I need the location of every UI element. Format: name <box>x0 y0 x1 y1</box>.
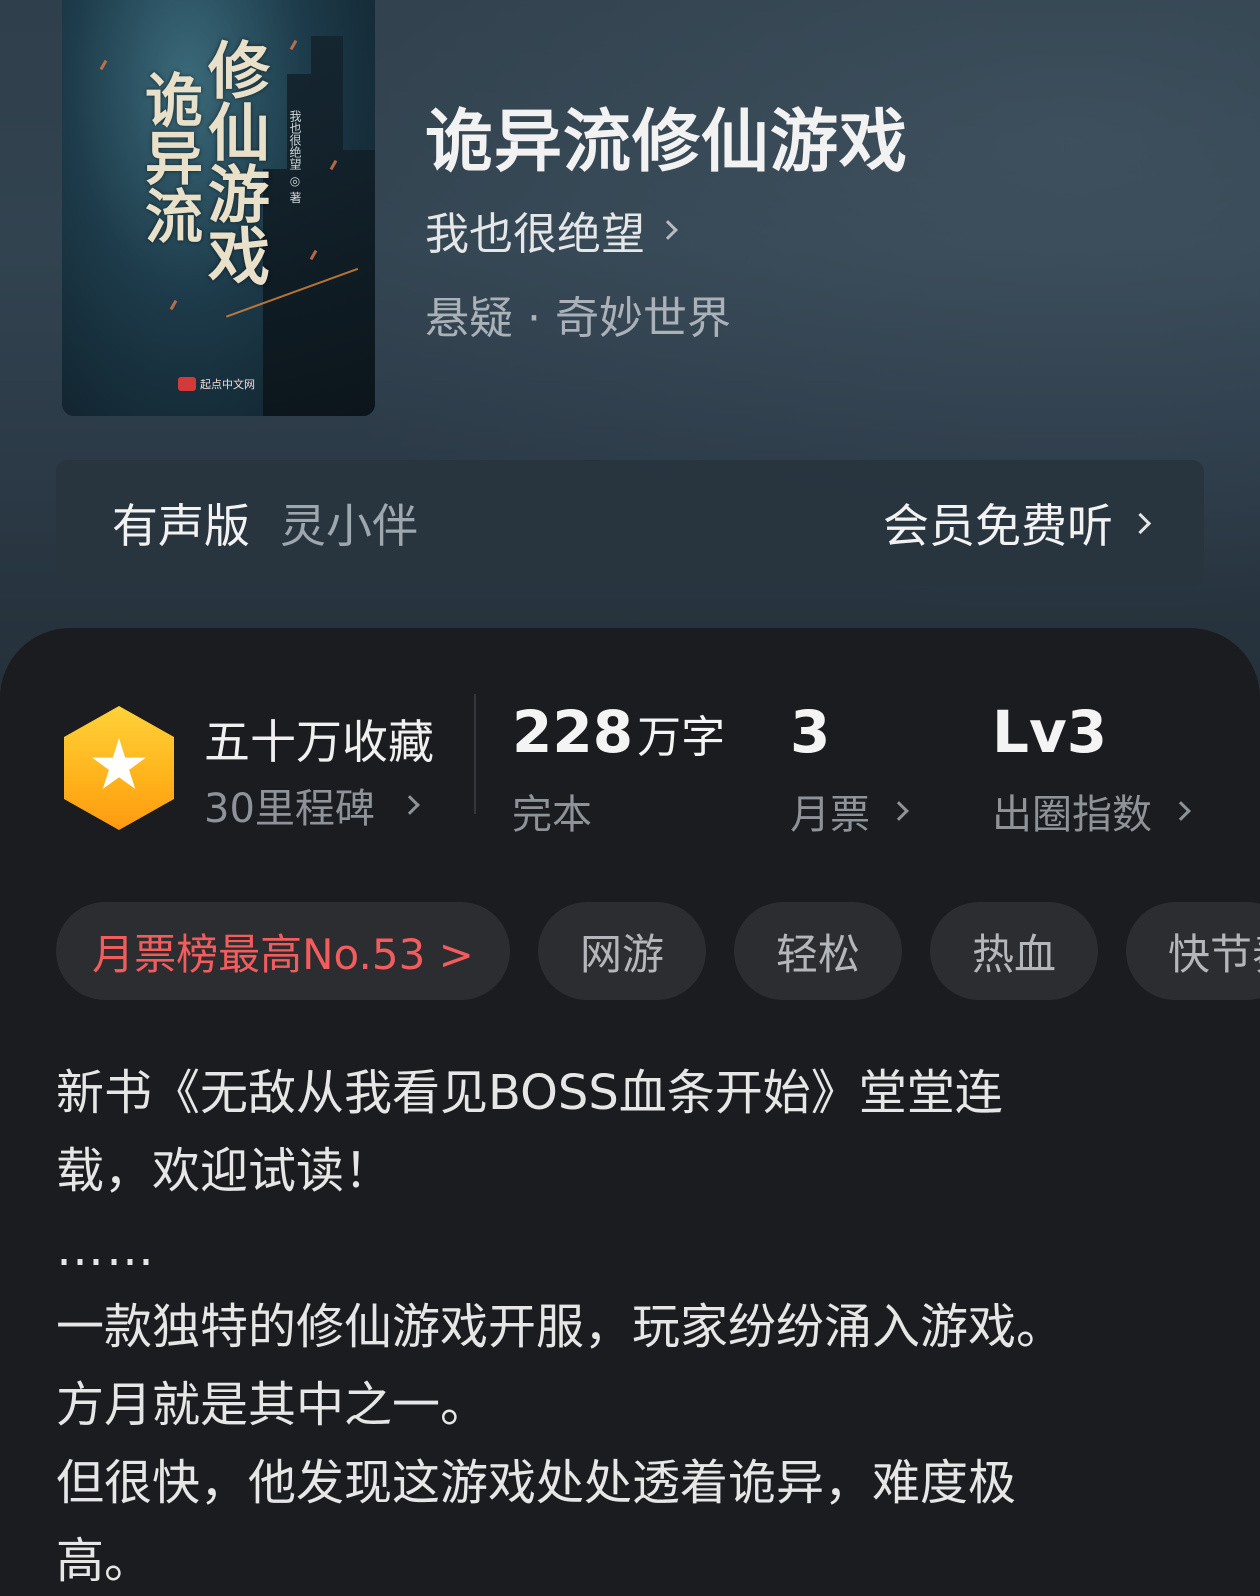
cover-publisher-logo: 起点中文网 <box>178 376 255 392</box>
level-label: 出圈指数 <box>992 792 1152 838</box>
author-name: 我也很绝望 <box>425 209 645 260</box>
audio-narrator: 灵小伴 <box>280 499 418 553</box>
tag-item[interactable]: 热血 <box>930 902 1098 1000</box>
chevron-right-icon <box>1171 801 1191 821</box>
author-link[interactable]: 我也很绝望 <box>425 198 678 262</box>
audio-cta-label: 会员免费听 <box>883 499 1113 553</box>
description-line: …… <box>56 1221 156 1277</box>
cover-spark <box>99 59 108 71</box>
book-status-label: 完本 <box>512 792 592 838</box>
level-value: Lv3 <box>992 698 1108 766</box>
cover-title-line2: 诡异流 <box>135 70 203 244</box>
book-description[interactable]: 新书《无敌从我看见BOSS血条开始》堂堂连 载，欢迎试读！ …… 一款独特的修仙… <box>56 1054 1176 1596</box>
chevron-right-icon <box>658 220 678 240</box>
audio-version-bar[interactable]: 有声版 灵小伴 会员免费听 <box>56 460 1204 586</box>
milestone-label: 30里程碑 <box>204 786 375 832</box>
book-status: 完本 <box>512 782 592 840</box>
tag-item[interactable]: 快节奏 <box>1126 902 1260 1000</box>
word-count-unit: 万字 <box>637 712 726 763</box>
description-line: 高。 <box>56 1533 153 1589</box>
tag-item[interactable]: 网游 <box>538 902 706 1000</box>
chevron-right-icon <box>400 795 420 815</box>
tag-item[interactable]: 轻松 <box>734 902 902 1000</box>
word-count: 228万字 <box>512 698 725 766</box>
level-link[interactable]: 出圈指数 <box>992 782 1191 840</box>
book-title: 诡异流修仙游戏 <box>425 102 909 182</box>
tag-row: 月票榜最高No.53 > 网游 轻松 热血 快节奏 <box>56 902 1260 1000</box>
collection-count: 五十万收藏 <box>204 715 434 769</box>
cover-spark <box>169 299 178 311</box>
description-line: 方月就是其中之一。 <box>56 1377 489 1433</box>
monthly-votes-value: 3 <box>790 698 831 766</box>
stats-divider <box>474 694 476 814</box>
description-line: 载，欢迎试读！ <box>56 1143 393 1199</box>
rank-tag[interactable]: 月票榜最高No.53 > <box>56 902 510 1000</box>
publisher-mark-icon <box>178 377 196 391</box>
description-line: 但很快，他发现这游戏处处透着诡异，难度极 <box>56 1455 1017 1511</box>
cover-title-line1: 修仙游戏 <box>197 38 270 286</box>
cover-spark <box>289 39 298 51</box>
milestone-link[interactable]: 30里程碑 <box>204 776 420 834</box>
cover-author: 我也很绝望 ◎ 著 <box>288 110 302 204</box>
description-line: 新书《无敌从我看见BOSS血条开始》堂堂连 <box>56 1065 1003 1121</box>
monthly-votes-link[interactable]: 月票 <box>790 782 909 840</box>
chevron-right-icon <box>889 801 909 821</box>
chevron-right-icon <box>1129 512 1152 534</box>
monthly-votes-label: 月票 <box>790 792 870 838</box>
book-cover[interactable]: 修仙游戏 诡异流 我也很绝望 ◎ 著 起点中文网 <box>62 0 375 416</box>
book-genre: 悬疑 · 奇妙世界 <box>425 293 731 344</box>
audio-label: 有声版 <box>112 499 250 553</box>
cover-publisher: 起点中文网 <box>200 378 255 391</box>
word-count-number: 228 <box>512 698 634 766</box>
audio-listen-button[interactable]: 会员免费听 <box>883 490 1152 556</box>
description-line: 一款独特的修仙游戏开服，玩家纷纷涌入游戏。 <box>56 1299 1065 1355</box>
